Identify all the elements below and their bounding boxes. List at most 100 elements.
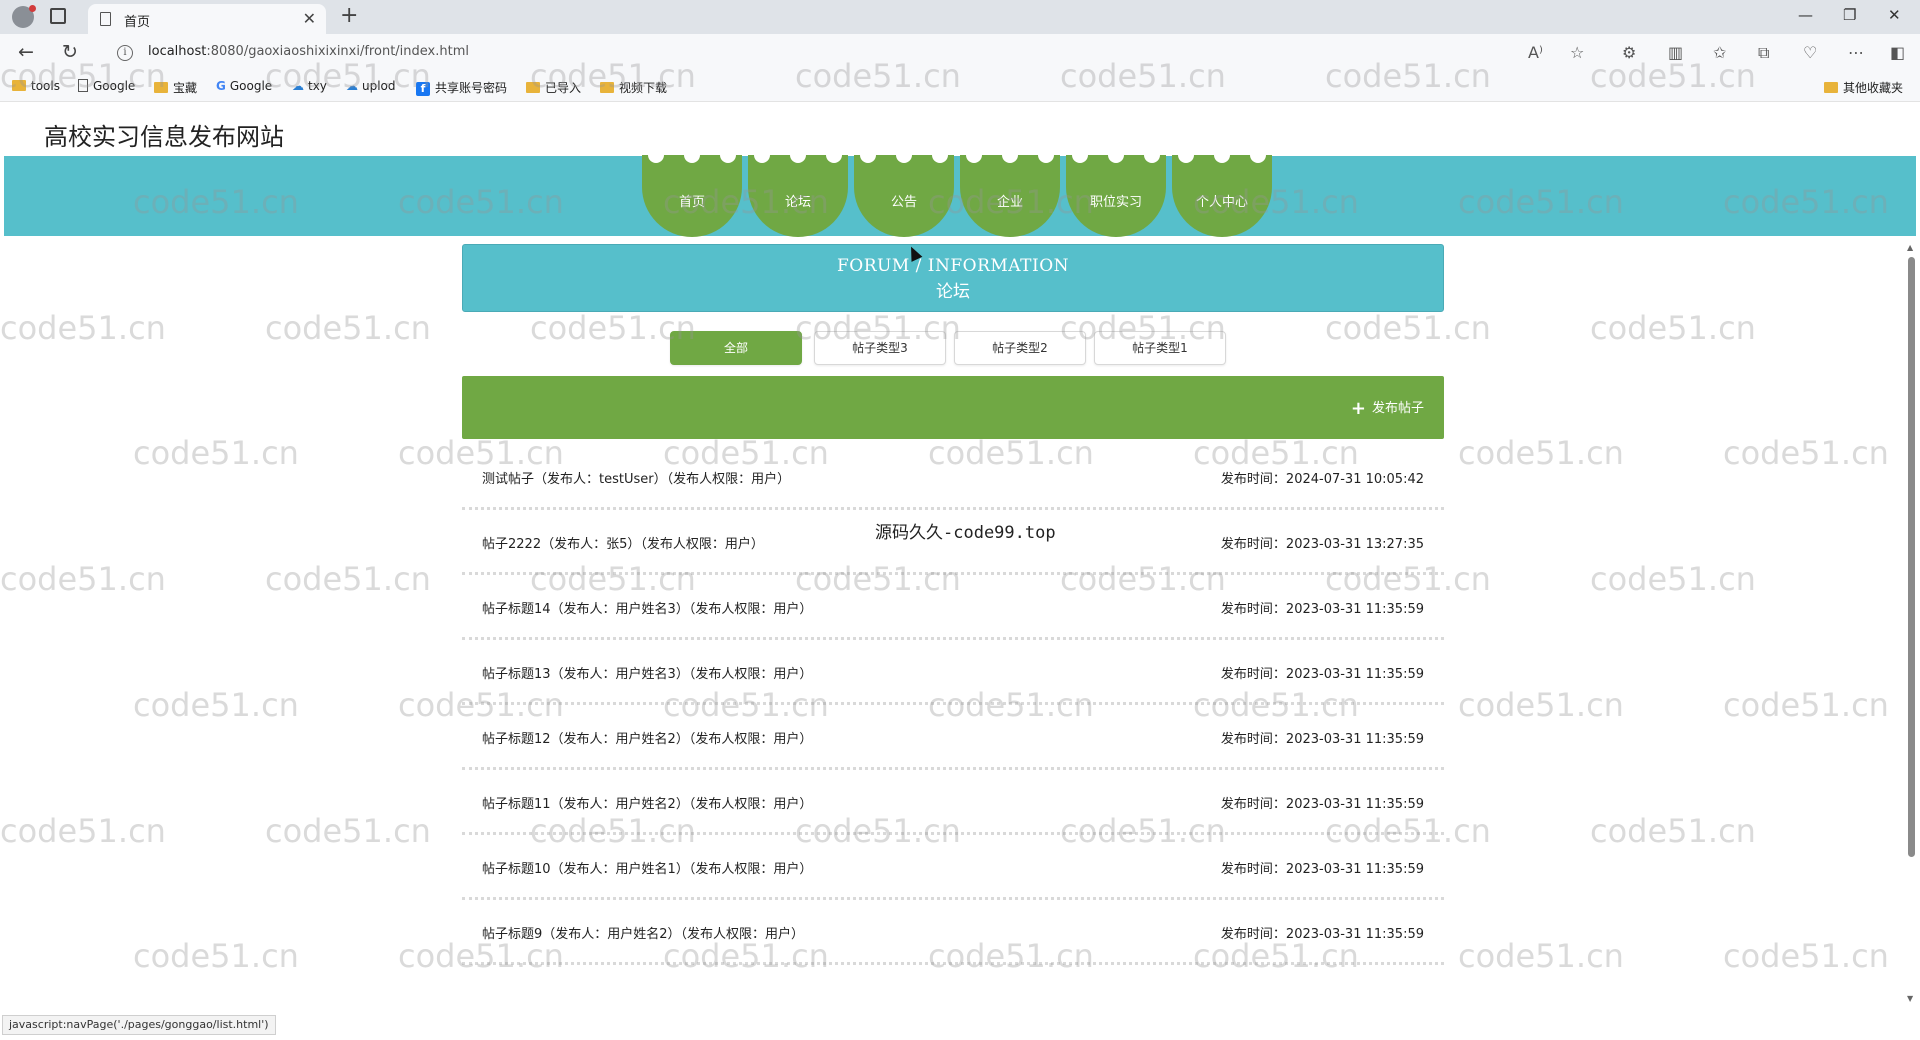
list-item[interactable]: 帖子标题12（发布人：用户姓名2）（发布人权限：用户） 发布时间：2023-03-… xyxy=(462,705,1444,770)
extensions-icon[interactable]: ⚙ xyxy=(1622,43,1636,62)
bookmark-other-favorites[interactable]: 其他收藏夹 xyxy=(1824,79,1903,96)
nav-scallop xyxy=(1250,147,1266,163)
favorite-star-icon[interactable]: ☆ xyxy=(1570,43,1584,62)
scroll-up-icon[interactable]: ▲ xyxy=(1907,243,1913,252)
nav-scallop xyxy=(1072,147,1088,163)
post-title: 帖子标题11（发布人：用户姓名2）（发布人权限：用户） xyxy=(482,797,813,812)
more-menu-icon[interactable]: ⋯ xyxy=(1848,43,1864,62)
scroll-down-icon[interactable]: ▼ xyxy=(1907,994,1913,1003)
post-action-bar: + 发布帖子 xyxy=(462,376,1444,439)
post-time: 发布时间：2023-03-31 11:35:59 xyxy=(1220,862,1424,877)
minimize-icon[interactable]: — xyxy=(1798,6,1813,24)
bookmark-google[interactable]: G Google xyxy=(216,79,272,93)
nav-scallop xyxy=(1144,147,1160,163)
nav-item-home[interactable]: 首页 xyxy=(642,147,742,237)
browser-tab[interactable]: 首页 ✕ xyxy=(88,4,326,34)
profile-icon[interactable] xyxy=(12,5,36,28)
restore-icon[interactable]: ❐ xyxy=(1843,6,1856,24)
nav-scallop xyxy=(826,147,842,163)
bookmark-imported[interactable]: 已导入 xyxy=(526,79,581,96)
nav-scallop xyxy=(1038,147,1054,163)
filter-all-button[interactable]: 全部 xyxy=(670,331,802,365)
browser-essentials-icon[interactable]: ♡ xyxy=(1803,43,1817,62)
post-title: 帖子标题14（发布人：用户姓名3）（发布人权限：用户） xyxy=(482,602,813,617)
post-title: 帖子标题9（发布人：用户姓名2）（发布人权限：用户） xyxy=(482,927,805,942)
nav-scallop xyxy=(754,147,770,163)
url-field[interactable]: localhost:8080/gaoxiaoshixixinxi/front/i… xyxy=(148,44,469,59)
filter-type2-button[interactable]: 帖子类型2 xyxy=(954,331,1086,365)
post-time: 发布时间：2023-03-31 13:27:35 xyxy=(1220,537,1424,552)
page-viewport: 高校实习信息发布网站 首页 论坛 公告 企业 职位实习 个人中心 FORUM /… xyxy=(0,103,1920,1040)
bookmark-label: Google xyxy=(93,79,136,93)
nav-scallop xyxy=(896,147,912,163)
nav-item-profile[interactable]: 个人中心 xyxy=(1172,147,1272,237)
collections-icon[interactable]: ⧉ xyxy=(1758,43,1769,63)
nav-scallop xyxy=(720,147,736,163)
list-item[interactable]: 帖子标题10（发布人：用户姓名1）（发布人权限：用户） 发布时间：2023-03-… xyxy=(462,835,1444,900)
section-title-en: FORUM / INFORMATION xyxy=(836,256,1070,276)
favorites-icon[interactable]: ✩ xyxy=(1713,43,1726,62)
nav-item-announcements[interactable]: 公告 xyxy=(854,147,954,237)
nav-scallop xyxy=(1178,147,1194,163)
back-icon[interactable]: ← xyxy=(18,41,34,63)
sidebar-toggle-icon[interactable]: ◧ xyxy=(1890,43,1905,62)
bookmark-txy[interactable]: ☁ txy xyxy=(292,79,327,93)
bookmark-treasure[interactable]: 宝藏 xyxy=(154,79,197,96)
list-item[interactable]: 帖子标题11（发布人：用户姓名2）（发布人权限：用户） 发布时间：2023-03-… xyxy=(462,770,1444,835)
close-tab-icon[interactable]: ✕ xyxy=(303,9,316,28)
bookmark-label: 视频下载 xyxy=(619,81,668,95)
nav-item-internships[interactable]: 职位实习 xyxy=(1066,147,1166,237)
url-host: localhost xyxy=(148,44,207,59)
bookmark-shared-accounts[interactable]: f 共享账号密码 xyxy=(416,79,507,96)
post-time: 发布时间：2023-03-31 11:35:59 xyxy=(1220,732,1424,747)
list-item[interactable]: 帖子标题9（发布人：用户姓名2）（发布人权限：用户） 发布时间：2023-03-3… xyxy=(462,900,1444,965)
list-item[interactable]: 帖子标题14（发布人：用户姓名3）（发布人权限：用户） 发布时间：2023-03-… xyxy=(462,575,1444,640)
page-scrollbar[interactable]: ▲ ▼ xyxy=(1906,243,1916,1003)
nav-item-forum[interactable]: 论坛 xyxy=(748,147,848,237)
bookmark-video-download[interactable]: 视频下载 xyxy=(600,79,667,96)
list-item[interactable]: 测试帖子（发布人：testUser）（发布人权限：用户） 发布时间：2024-07… xyxy=(462,445,1444,510)
folder-icon xyxy=(600,82,614,93)
publish-label: 发布帖子 xyxy=(1371,401,1424,416)
post-title: 帖子标题13（发布人：用户姓名3）（发布人权限：用户） xyxy=(482,667,813,682)
bookmark-label: txy xyxy=(308,79,327,93)
nav-scallop xyxy=(932,147,948,163)
new-tab-icon[interactable]: + xyxy=(340,3,358,28)
browser-tab-bar: 首页 ✕ + — ❐ ✕ xyxy=(0,0,1920,34)
bookmark-label: 宝藏 xyxy=(173,81,198,95)
bookmark-label: 其他收藏夹 xyxy=(1843,81,1904,95)
post-time: 发布时间：2024-07-31 10:05:42 xyxy=(1220,472,1424,487)
nav-item-companies[interactable]: 企业 xyxy=(960,147,1060,237)
publish-post-button[interactable]: + 发布帖子 xyxy=(1351,397,1424,419)
filter-type1-button[interactable]: 帖子类型1 xyxy=(1094,331,1226,365)
nav-scallop xyxy=(1214,147,1230,163)
post-time: 发布时间：2023-03-31 11:35:59 xyxy=(1220,927,1424,942)
scrollbar-thumb[interactable] xyxy=(1908,257,1915,857)
bookmark-label: Google xyxy=(229,79,273,93)
plus-icon: + xyxy=(1350,398,1366,419)
bookmark-label: 共享账号密码 xyxy=(435,81,508,95)
list-item[interactable]: 帖子标题13（发布人：用户姓名3）（发布人权限：用户） 发布时间：2023-03-… xyxy=(462,640,1444,705)
bookmark-tools[interactable]: tools xyxy=(12,79,60,93)
nav-scallop xyxy=(966,147,982,163)
overlay-watermark-text: 源码久久-code99.top xyxy=(875,523,1056,543)
post-title: 测试帖子（发布人：testUser）（发布人权限：用户） xyxy=(482,472,791,487)
bookmark-google-page[interactable]: Google xyxy=(78,79,135,93)
bookmark-uplod[interactable]: ☁ uplod xyxy=(346,79,396,93)
link-status-bar: javascript:navPage('./pages/gonggao/list… xyxy=(2,1015,276,1035)
read-aloud-icon[interactable]: A⁾ xyxy=(1528,43,1543,62)
filter-type3-button[interactable]: 帖子类型3 xyxy=(814,331,946,365)
bookmark-label: 已导入 xyxy=(545,81,582,95)
site-info-icon[interactable]: i xyxy=(117,45,133,61)
bookmark-label: uplod xyxy=(362,79,396,93)
nav-label: 公告 xyxy=(890,195,917,210)
reload-icon[interactable]: ↻ xyxy=(62,41,78,63)
nav-label: 首页 xyxy=(678,195,705,210)
page-icon xyxy=(100,12,111,26)
nav-scallop xyxy=(1002,147,1018,163)
split-screen-icon[interactable]: ▥ xyxy=(1668,43,1683,62)
tab-actions-icon[interactable] xyxy=(50,8,66,24)
nav-scallop xyxy=(1108,147,1124,163)
close-window-icon[interactable]: ✕ xyxy=(1888,6,1901,24)
nav-scallop xyxy=(684,147,700,163)
